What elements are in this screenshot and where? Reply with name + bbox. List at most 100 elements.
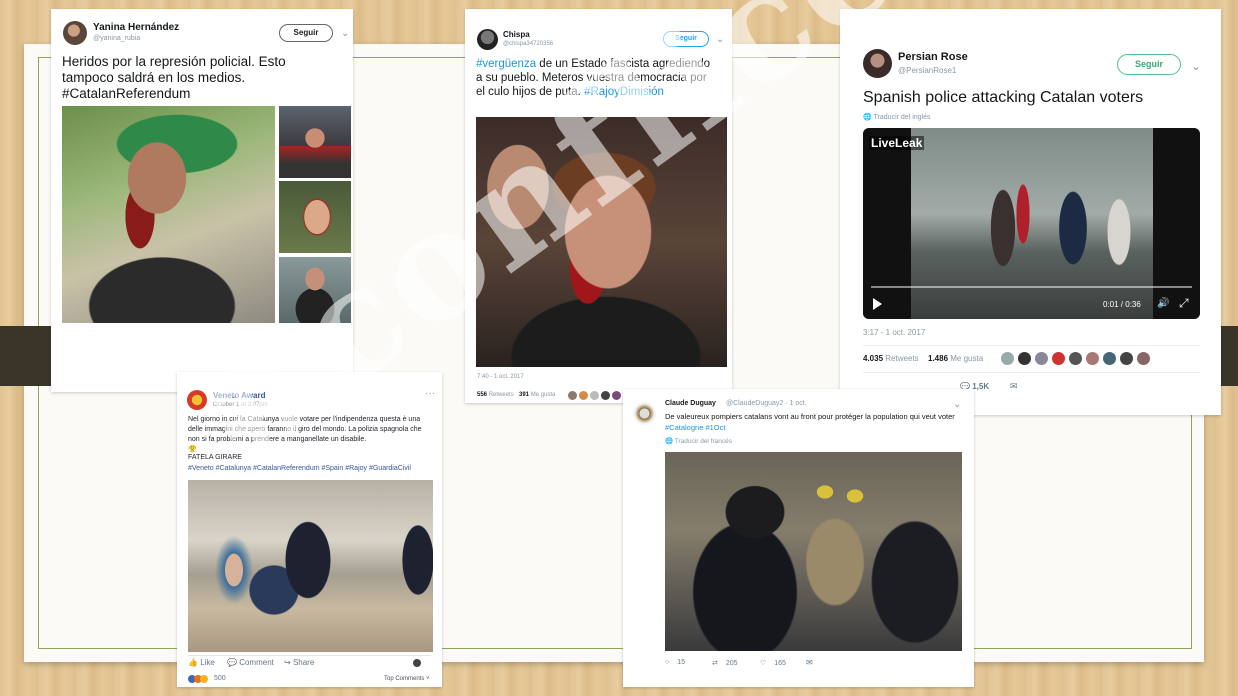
top-comments-dropdown[interactable]: Top Comments ˅ — [384, 676, 430, 682]
author-handle[interactable]: @yanina_rubia — [93, 35, 140, 42]
page-avatar-small[interactable] — [413, 659, 421, 667]
tweet-photo-thumb-3[interactable] — [279, 257, 351, 323]
tweet-hashtag[interactable]: #CatalanReferendum — [62, 86, 190, 101]
divider — [863, 372, 1200, 373]
tweet-text: Heridos por la represión policial. Esto … — [62, 54, 324, 102]
tweet-photo-thumb-1[interactable] — [279, 106, 351, 178]
likes-stat[interactable]: 1.486 Me gusta — [928, 354, 983, 363]
author-name[interactable]: Yanina Hernández — [93, 22, 179, 33]
author-name[interactable]: Chispa — [503, 30, 530, 39]
author-name[interactable]: Claude Duguay — [665, 400, 716, 407]
liker-avatar[interactable] — [590, 391, 599, 400]
tweet-yanina: Yanina Hernández @yanina_rubia Seguir ⌄ … — [51, 9, 353, 392]
follow-button[interactable]: Seguir — [279, 24, 333, 42]
reply-button[interactable]: ○ 15 — [665, 659, 685, 666]
facebook-post-veneto: Veneto Award October 1 at 3:07pm · ··· N… — [177, 372, 442, 687]
tweet-photo[interactable] — [476, 117, 727, 367]
chevron-down-icon[interactable]: ⌄ — [716, 34, 724, 45]
right-decorative-band — [1221, 326, 1238, 386]
message-icon[interactable]: ✉ — [806, 658, 813, 667]
video-right-bar — [1153, 128, 1200, 319]
tweet-hashtags[interactable]: #Catalogne #1Oct — [665, 423, 725, 432]
liker-avatar[interactable] — [1001, 352, 1014, 365]
liker-avatar[interactable] — [1086, 352, 1099, 365]
liker-avatar[interactable] — [579, 391, 588, 400]
chevron-down-icon[interactable]: ⌄ — [953, 399, 961, 410]
liker-avatar[interactable] — [1052, 352, 1065, 365]
retweet-icon: ⇄ — [712, 660, 718, 667]
reply-count: 15 — [677, 659, 685, 666]
page-name[interactable]: Veneto Award — [213, 391, 265, 400]
liker-avatar[interactable] — [612, 391, 621, 400]
retweets-count: 4.035 — [863, 354, 884, 363]
share-button[interactable]: ↪ Share — [284, 658, 314, 667]
tweet-photo[interactable] — [665, 452, 962, 651]
tweet-hashtag[interactable]: #vergüenza — [476, 58, 536, 70]
avatar[interactable] — [187, 390, 207, 410]
tweet-timestamp[interactable]: 7:40 - 1 oct. 2017 — [477, 374, 524, 380]
chevron-down-icon[interactable]: ⌄ — [341, 28, 349, 39]
post-photo[interactable] — [188, 480, 433, 652]
liveleak-logo: LiveLeak — [869, 136, 925, 150]
follow-button[interactable]: Seguir — [663, 31, 709, 47]
volume-icon[interactable]: 🔊 — [1157, 298, 1169, 309]
left-decorative-band — [0, 326, 54, 386]
likes-stat[interactable]: 391 Me gusta — [519, 392, 555, 398]
avatar[interactable] — [863, 49, 892, 78]
like-button[interactable]: 👍 Like — [188, 658, 215, 667]
tweet-body: Heridos por la represión policial. Esto … — [62, 54, 286, 85]
chevron-down-icon[interactable]: ⌄ — [1191, 59, 1201, 73]
liker-avatar[interactable] — [1035, 352, 1048, 365]
likes-label: Me gusta — [950, 354, 984, 363]
follow-button[interactable]: Seguir — [1117, 54, 1181, 75]
heart-icon: ♡ — [760, 660, 767, 667]
tweet-timestamp[interactable]: 3:17 - 1 oct. 2017 — [863, 328, 925, 337]
translate-link[interactable]: 🌐 Traducir del inglés — [863, 113, 930, 121]
avatar[interactable] — [477, 29, 498, 50]
tweet-photo-thumb-2[interactable] — [279, 181, 351, 253]
retweet-button[interactable]: ⇄ 205 — [712, 659, 738, 667]
liker-avatar[interactable] — [1018, 352, 1031, 365]
comment-label: Comment — [239, 658, 274, 667]
post-text: Nel giorno in cui la Catalunya vuole vot… — [188, 416, 422, 443]
author-handle[interactable]: @chispa34720356 — [503, 41, 553, 47]
globe-icon: 🌐 — [863, 114, 872, 121]
reactions-count[interactable]: 500 — [214, 675, 226, 682]
retweets-label: Retweets — [885, 354, 919, 363]
author-handle[interactable]: @PersianRose1 — [898, 66, 956, 75]
liker-avatar[interactable] — [1103, 352, 1116, 365]
video-player[interactable]: LiveLeak 0:01 / 0:36 🔊 ⤢ — [863, 128, 1200, 319]
liker-avatar[interactable] — [601, 391, 610, 400]
retweets-stat[interactable]: 556 Retweets — [477, 392, 514, 398]
retweet-count: 205 — [725, 660, 738, 667]
likes-label: Me gusta — [530, 392, 556, 398]
post-emoji: 😤 — [188, 446, 197, 453]
video-time: 0:01 / 0:36 — [1103, 300, 1141, 309]
comment-button[interactable]: 💬 Comment — [227, 658, 274, 667]
avatar[interactable] — [63, 21, 87, 45]
video-progress-bar[interactable] — [871, 286, 1192, 288]
translate-link[interactable]: 🌐 Traducir del francés — [665, 437, 732, 445]
tweet-hashtag[interactable]: #RajoyDimisión — [584, 86, 664, 98]
author-handle-date[interactable]: @ClaudeDuguay2 · 1 oct. — [726, 400, 807, 407]
tweet-photo-main[interactable] — [62, 106, 275, 323]
post-meta[interactable]: October 1 at 3:07pm · — [213, 402, 271, 408]
liker-avatar[interactable] — [1120, 352, 1133, 365]
more-options-icon[interactable]: ··· — [425, 388, 435, 399]
liker-avatar[interactable] — [1069, 352, 1082, 365]
message-icon[interactable]: ✉ — [1010, 381, 1018, 392]
liker-avatar[interactable] — [1137, 352, 1150, 365]
retweets-count: 556 — [477, 392, 488, 398]
retweets-stat[interactable]: 4.035 Retweets — [863, 354, 919, 363]
post-shout: FATELA GIRARE — [188, 454, 242, 461]
post-hashtags[interactable]: #Veneto #Catalunya #CatalanReferendum #S… — [188, 465, 438, 472]
like-count: 165 — [774, 660, 786, 667]
liker-avatar[interactable] — [568, 391, 577, 400]
like-button[interactable]: ♡ 165 — [760, 659, 786, 667]
avatar[interactable] — [633, 402, 656, 425]
translate-label: Traducir del inglés — [873, 114, 931, 121]
fullscreen-icon[interactable]: ⤢ — [1179, 296, 1189, 311]
author-name[interactable]: Persian Rose — [898, 51, 968, 63]
play-icon[interactable] — [873, 298, 882, 310]
video-left-bar — [863, 128, 911, 319]
